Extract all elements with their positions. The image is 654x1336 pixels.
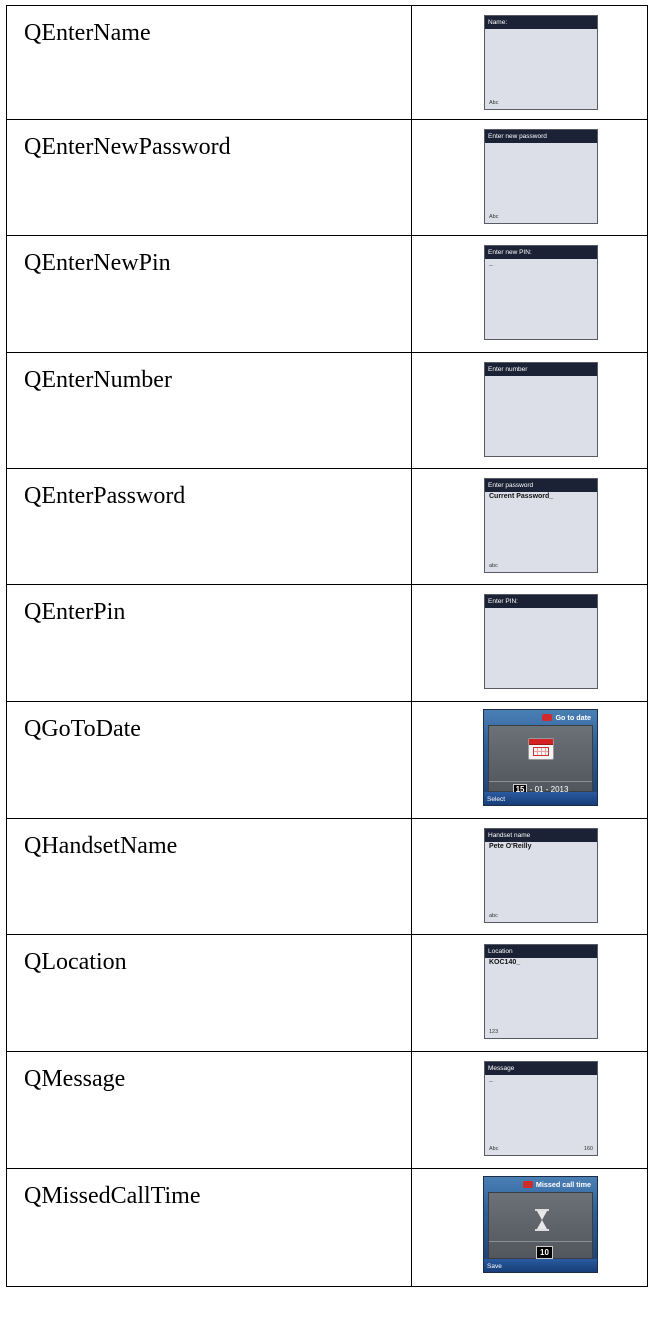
screen-name: QEnterNewPin [24,250,171,276]
input-value [485,376,597,377]
screen-title-text: Go to date [555,713,591,722]
screen-name: QEnterName [24,20,151,46]
input-value [485,29,597,30]
screen-header: Location [485,945,597,958]
table-row: QLocation Location KOC140_ 123 [6,934,648,1052]
phone-screen: Enter number [484,362,598,457]
input-value: _ [489,1076,493,1083]
screen-table: QEnterName Name: Abc QEnterNewPassword E… [6,5,648,1287]
screen-name: QEnterNumber [24,367,172,393]
screen-header: Enter PIN: [485,595,597,608]
select-softkey[interactable]: Select [487,796,505,803]
screen-header: Message [485,1062,597,1075]
input-value: _ [489,260,493,267]
screen-title: Go to date [542,713,591,722]
phone-screen: Handset name Pete O'Reilly abc [484,828,598,923]
table-row: QEnterPassword Enter password Current Pa… [6,468,648,585]
input-mode: Abc [489,100,499,106]
input-mode: abc [489,913,498,919]
phone-screen: Enter PIN: [484,594,598,689]
table-row: QGoToDate Go to date 15 - 01 - 2013 Sele… [6,701,648,819]
time-panel: 10 [488,1192,593,1259]
table-row: QEnterNumber Enter number [6,352,648,469]
input-value [485,608,597,609]
input-value [485,143,597,144]
screen-name: QLocation [24,949,127,975]
input-value: KOC140_ [489,959,521,966]
input-value: Current Password_ [489,493,554,500]
phone-screen: Name: Abc [484,15,598,110]
table-row: QHandsetName Handset name Pete O'Reilly … [6,818,648,935]
screen-header: Name: [485,16,597,29]
phone-screen: Location KOC140_ 123 [484,944,598,1039]
input-mode: Abc [489,1146,499,1152]
phone-screen: Enter new password Abc [484,129,598,224]
time-value[interactable]: 10 [536,1246,553,1259]
phone-screen: Go to date 15 - 01 - 2013 Select [483,709,598,806]
phone-screen: Enter password Current Password_ abc [484,478,598,573]
screen-title-text: Missed call time [535,1180,591,1189]
hourglass-icon [535,1209,549,1231]
screen-header: Enter new password [485,130,597,143]
table-row: QEnterNewPassword Enter new password Abc [6,119,648,236]
table-row: QEnterPin Enter PIN: [6,584,648,702]
screen-name: QHandsetName [24,833,178,859]
input-mode: abc [489,563,498,569]
phone-screen: Enter new PIN: _ [484,245,598,340]
screen-name: QEnterPin [24,599,126,625]
table-row: QEnterNewPin Enter new PIN: _ [6,235,648,353]
screen-name: QEnterNewPassword [24,134,231,160]
missed-call-icon [522,1181,533,1188]
phone-screen: Message _ Abc 160 [484,1061,598,1156]
screen-name: QMessage [24,1066,126,1092]
screen-name: QGoToDate [24,716,141,742]
table-row: QMissedCallTime Missed call time 10 Save [6,1168,648,1287]
save-softkey[interactable]: Save [487,1263,502,1270]
input-mode: Abc [489,214,499,220]
input-value: Pete O'Reilly [489,843,532,850]
screen-title: Missed call time [522,1180,591,1189]
screen-name: QMissedCallTime [24,1183,201,1209]
table-row: QEnterName Name: Abc [6,5,648,120]
char-count: 160 [583,1146,593,1152]
calendar-icon [542,714,553,721]
table-row: QMessage Message _ Abc 160 [6,1051,648,1169]
phone-screen: Missed call time 10 Save [483,1176,598,1273]
input-mode: 123 [489,1029,499,1035]
date-panel: 15 - 01 - 2013 [488,725,593,795]
calendar-icon [528,738,554,760]
screen-header: Enter new PIN: [485,246,597,259]
screen-header: Enter number [485,363,597,376]
screen-header: Enter password [485,479,597,492]
screen-name: QEnterPassword [24,483,186,509]
screen-header: Handset name [485,829,597,842]
